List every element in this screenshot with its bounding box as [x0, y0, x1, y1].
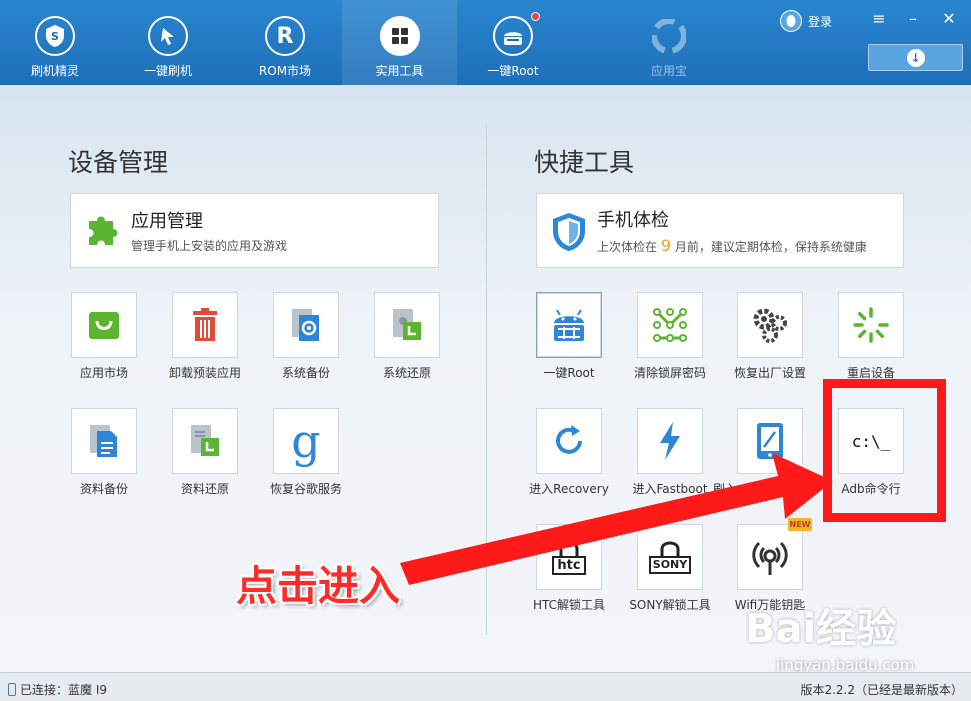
baidu-watermark: Bai经验: [745, 606, 897, 652]
highlight-box: [823, 379, 946, 522]
version-text: 版本2.2.2（已经是最新版本）: [800, 683, 963, 697]
connection-status: 已连接：蓝魔 I9: [8, 681, 107, 698]
annotation-text: 点击进入: [236, 562, 400, 610]
phone-icon: [8, 683, 16, 696]
status-bar: 已连接：蓝魔 I9 版本2.2.2（已经是最新版本）: [0, 672, 971, 701]
connection-text: 已连接：蓝魔 I9: [20, 683, 107, 697]
